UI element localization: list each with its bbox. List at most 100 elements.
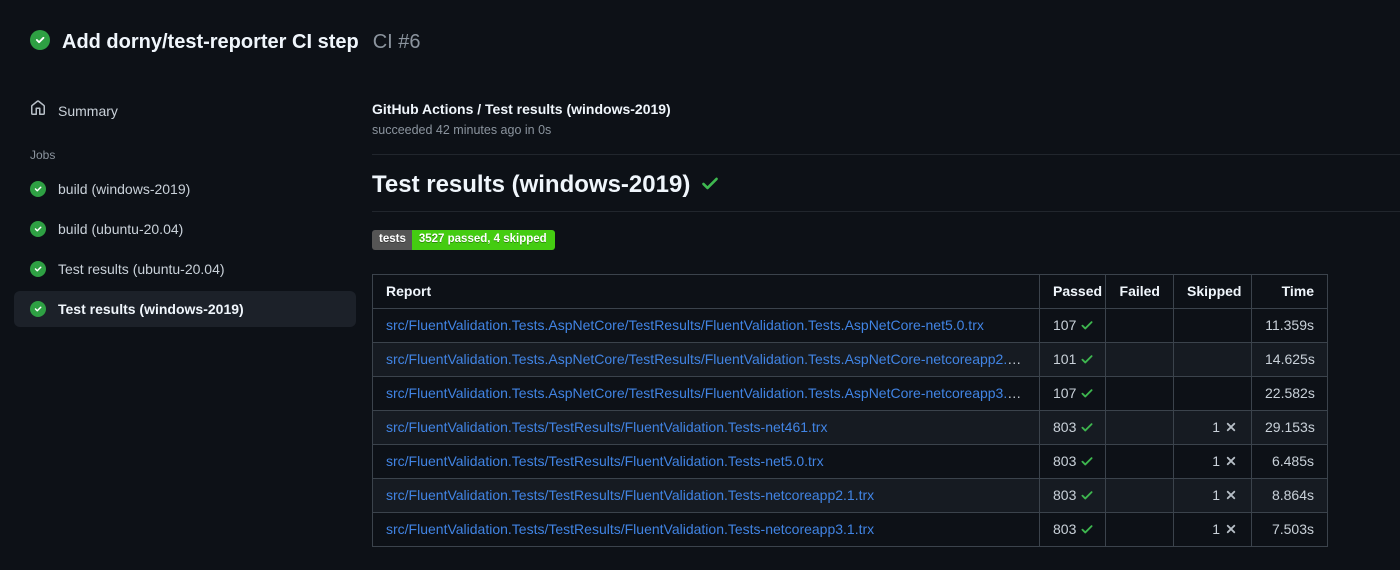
main-panel: GitHub Actions / Test results (windows-2… [372, 92, 1400, 547]
run-title: Add dorny/test-reporter CI step [62, 31, 359, 53]
table-row: src/FluentValidation.Tests/TestResults/F… [372, 444, 1328, 479]
report-link[interactable]: src/FluentValidation.Tests/TestResults/F… [386, 419, 827, 435]
passed-cell: 803 [1039, 444, 1106, 479]
home-icon-slot [30, 100, 46, 121]
check-icon [1081, 423, 1093, 432]
report-cell: src/FluentValidation.Tests/TestResults/F… [372, 512, 1040, 547]
skipped-count: 1 [1212, 487, 1220, 503]
report-cell: src/FluentValidation.Tests/TestResults/F… [372, 444, 1040, 479]
report-cell: src/FluentValidation.Tests.AspNetCore/Te… [372, 376, 1040, 411]
passed-count: 107 [1053, 385, 1077, 401]
check-circle-icon [30, 261, 46, 277]
report-link[interactable]: src/FluentValidation.Tests.AspNetCore/Te… [386, 351, 1034, 367]
report-cell: src/FluentValidation.Tests.AspNetCore/Te… [372, 308, 1040, 343]
x-icon [1226, 524, 1236, 534]
sidebar-job-label: Test results (ubuntu-20.04) [58, 261, 225, 277]
column-header-time: Time [1251, 274, 1328, 309]
table-row: src/FluentValidation.Tests.AspNetCore/Te… [372, 308, 1328, 343]
sidebar-summary-label: Summary [58, 102, 118, 119]
sidebar-job-3[interactable]: Test results (ubuntu-20.04) [14, 251, 356, 287]
failed-cell [1105, 342, 1174, 377]
table-row: src/FluentValidation.Tests/TestResults/F… [372, 478, 1328, 513]
passed-count: 803 [1053, 487, 1077, 503]
check-name: GitHub Actions / Test results (windows-2… [372, 101, 671, 117]
failed-cell [1105, 444, 1174, 479]
section-heading: Test results (windows-2019) [372, 169, 1400, 212]
x-icon [1226, 456, 1236, 466]
check-circle-icon [30, 29, 50, 50]
run-number: CI #6 [372, 31, 421, 53]
check-circle-icon [30, 181, 46, 197]
time-cell: 14.625s [1251, 342, 1328, 377]
passed-cell: 803 [1039, 410, 1106, 445]
time-cell: 7.503s [1251, 512, 1328, 547]
passed-cell: 803 [1039, 512, 1106, 547]
skipped-count: 1 [1212, 521, 1220, 537]
passed-cell: 101 [1039, 342, 1106, 377]
check-icon [1081, 355, 1093, 364]
passed-count: 803 [1053, 453, 1077, 469]
sidebar-job-label: build (windows-2019) [58, 181, 191, 197]
test-results-table: Report Passed Failed Skipped Time src/Fl… [372, 274, 1328, 547]
time-cell: 29.153s [1251, 410, 1328, 445]
time-cell: 8.864s [1251, 478, 1328, 513]
skipped-cell [1173, 376, 1252, 411]
sidebar-job-label: build (ubuntu-20.04) [58, 221, 184, 237]
passed-count: 107 [1053, 317, 1077, 333]
skipped-cell: 1 [1173, 444, 1252, 479]
sidebar-job-4[interactable]: Test results (windows-2019) [14, 291, 356, 327]
skipped-count: 1 [1212, 453, 1220, 469]
check-header: GitHub Actions / Test results (windows-2… [372, 100, 1400, 155]
time-cell: 11.359s [1251, 308, 1328, 343]
report-cell: src/FluentValidation.Tests/TestResults/F… [372, 410, 1040, 445]
workflow-run-page: Add dorny/test-reporter CI step CI #6 Su… [0, 0, 1400, 570]
sidebar-job-2[interactable]: build (ubuntu-20.04) [14, 211, 356, 247]
skipped-count: 1 [1212, 419, 1220, 435]
time-cell: 6.485s [1251, 444, 1328, 479]
passed-cell: 803 [1039, 478, 1106, 513]
report-link[interactable]: src/FluentValidation.Tests/TestResults/F… [386, 453, 824, 469]
x-icon [1226, 490, 1236, 500]
x-icon [1226, 422, 1236, 432]
check-icon [1081, 321, 1093, 330]
check-icon [1081, 457, 1093, 466]
check-circle-icon [30, 301, 46, 317]
run-header: Add dorny/test-reporter CI step CI #6 [0, 0, 1400, 54]
run-status-icon-slot [30, 29, 50, 55]
check-circle-icon [30, 221, 46, 237]
skipped-cell: 1 [1173, 410, 1252, 445]
sidebar-job-label: Test results (windows-2019) [58, 301, 244, 317]
report-cell: src/FluentValidation.Tests.AspNetCore/Te… [372, 342, 1040, 377]
report-link[interactable]: src/FluentValidation.Tests/TestResults/F… [386, 521, 874, 537]
failed-cell [1105, 410, 1174, 445]
passed-cell: 107 [1039, 376, 1106, 411]
column-header-passed: Passed [1039, 274, 1106, 309]
failed-cell [1105, 512, 1174, 547]
table-row: src/FluentValidation.Tests/TestResults/F… [372, 410, 1328, 445]
report-link[interactable]: src/FluentValidation.Tests/TestResults/F… [386, 487, 874, 503]
skipped-cell [1173, 342, 1252, 377]
sidebar-item-summary[interactable]: Summary [14, 92, 356, 129]
failed-cell [1105, 376, 1174, 411]
sidebar-jobs: build (windows-2019) build (ubuntu-20.04)… [0, 171, 372, 327]
report-link[interactable]: src/FluentValidation.Tests.AspNetCore/Te… [386, 385, 1034, 401]
check-icon [1081, 389, 1093, 398]
passed-count: 803 [1053, 419, 1077, 435]
section-title: Test results (windows-2019) [372, 171, 691, 198]
skipped-cell: 1 [1173, 512, 1252, 547]
report-cell: src/FluentValidation.Tests/TestResults/F… [372, 478, 1040, 513]
skipped-cell [1173, 308, 1252, 343]
table-row: src/FluentValidation.Tests.AspNetCore/Te… [372, 342, 1328, 377]
column-header-skipped: Skipped [1173, 274, 1252, 309]
sidebar-job-1[interactable]: build (windows-2019) [14, 171, 356, 207]
home-icon [31, 100, 45, 115]
column-header-report: Report [372, 274, 1040, 309]
tests-badge-value: 3527 passed, 4 skipped [411, 230, 555, 250]
table-header-row: Report Passed Failed Skipped Time [372, 274, 1328, 309]
check-status-text: succeeded 42 minutes ago in 0s [372, 123, 552, 137]
check-icon [702, 177, 719, 189]
check-icon [1081, 525, 1093, 534]
passed-count: 803 [1053, 521, 1077, 537]
sidebar-jobs-heading: Jobs [30, 148, 56, 162]
report-link[interactable]: src/FluentValidation.Tests.AspNetCore/Te… [386, 317, 984, 333]
